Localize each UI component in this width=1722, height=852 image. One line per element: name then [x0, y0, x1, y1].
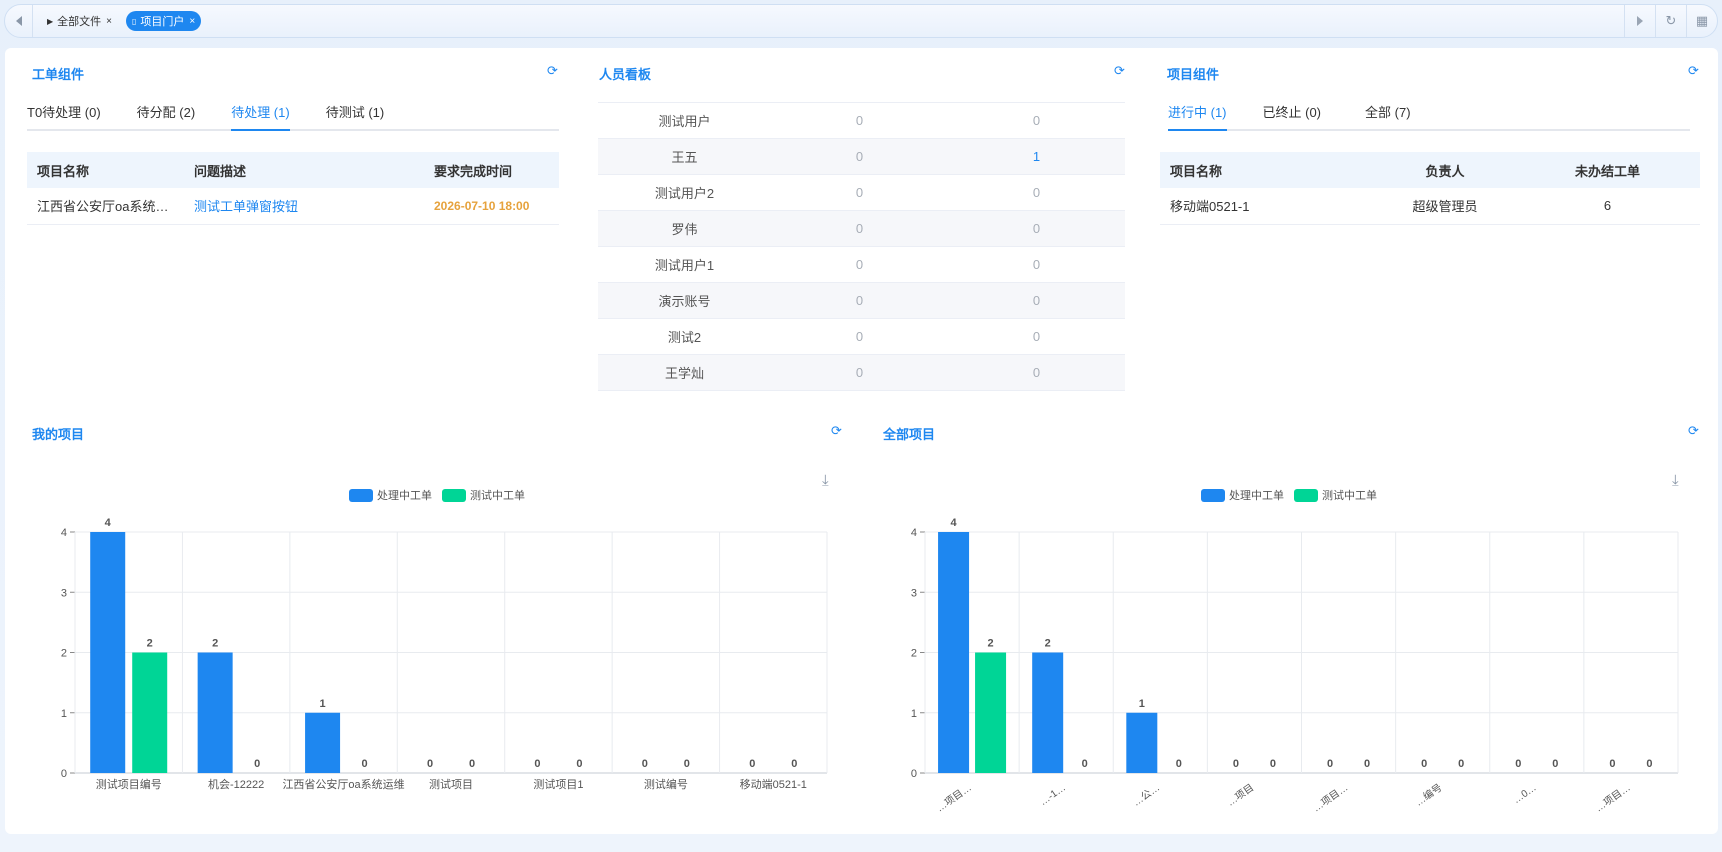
y-tick-label: 4: [61, 527, 67, 539]
data-label: 0: [427, 758, 433, 770]
document-icon: ▯: [132, 16, 137, 26]
legend-label: 测试中工单: [1322, 490, 1377, 502]
download-icon[interactable]: ⤓: [1672, 472, 1679, 489]
grid-icon[interactable]: ▦: [1686, 5, 1717, 37]
chart-legend: 处理中工单 测试中工单: [1201, 487, 1387, 503]
refresh-icon[interactable]: ↻: [1655, 5, 1686, 37]
tab-label: 项目门户: [140, 16, 185, 28]
y-tick-label: 2: [61, 648, 67, 660]
dashboard: 工单组件 ⟳ T0待处理 (0) 待分配 (2) 待处理 (1) 待测试 (1)…: [5, 48, 1718, 834]
legend-swatch: [1201, 488, 1225, 502]
x-tick-label: 江西省公安厅oa系统运维: [282, 777, 404, 791]
legend-label: 处理中工单: [1229, 490, 1284, 502]
all-projects-title: 全部项目: [883, 427, 936, 442]
data-label: 1: [320, 698, 326, 710]
arrow-left-icon: [15, 16, 22, 26]
tab-bar: ▶ 全部文件 × ▯ 项目门户 × ↻ ▦: [4, 4, 1718, 38]
tab-all-files[interactable]: ▶ 全部文件 ×: [41, 11, 118, 31]
y-tick-label: 0: [61, 768, 67, 780]
scroll-left-button[interactable]: [5, 5, 33, 37]
my-projects-chart: 0 1 2 3 4 4 2 测试项目编号 2 0 机会-12222 1 0 江西省公安厅oa系统运维 0 0 测…: [61, 517, 828, 791]
y-tick-label: 3: [61, 587, 67, 599]
bar: [90, 532, 126, 773]
y-tick-label: 1: [61, 708, 67, 720]
data-label: 0: [254, 758, 260, 770]
data-label: 0: [362, 758, 368, 770]
caret-right-icon: ▶: [47, 16, 54, 26]
x-tick-label: 测试项目编号: [96, 777, 162, 791]
legend-item[interactable]: 测试中工单: [1294, 487, 1377, 503]
bar: [197, 652, 233, 773]
close-icon[interactable]: ×: [106, 16, 112, 27]
data-label: 2: [147, 638, 153, 650]
data-label: 0: [642, 758, 648, 770]
x-tick-label: 测试项目: [429, 778, 473, 791]
legend-swatch: [1294, 488, 1318, 502]
scroll-right-button[interactable]: [1624, 5, 1655, 37]
data-label: 0: [749, 758, 755, 770]
legend-item[interactable]: 处理中工单: [1201, 487, 1284, 503]
data-label: 4: [105, 517, 112, 529]
data-label: 0: [534, 758, 540, 770]
tab-label: 全部文件: [57, 16, 102, 28]
x-tick-label: 测试编号: [644, 777, 688, 791]
data-label: 0: [684, 758, 690, 770]
data-label: 2: [212, 638, 218, 650]
x-tick-label: 机会-12222: [208, 777, 264, 791]
tab-project-portal[interactable]: ▯ 项目门户 ×: [126, 11, 202, 31]
data-label: 0: [791, 758, 797, 770]
data-label: 0: [576, 758, 582, 770]
bar: [305, 712, 341, 773]
bar: [132, 652, 168, 773]
x-tick-label: 测试项目1: [533, 778, 583, 791]
refresh-icon[interactable]: ⟳: [1688, 424, 1699, 438]
arrow-right-icon: [1637, 16, 1643, 26]
data-label: 0: [469, 758, 475, 770]
close-icon[interactable]: ×: [189, 16, 195, 27]
x-tick-label: 移动端0521-1: [740, 778, 807, 791]
